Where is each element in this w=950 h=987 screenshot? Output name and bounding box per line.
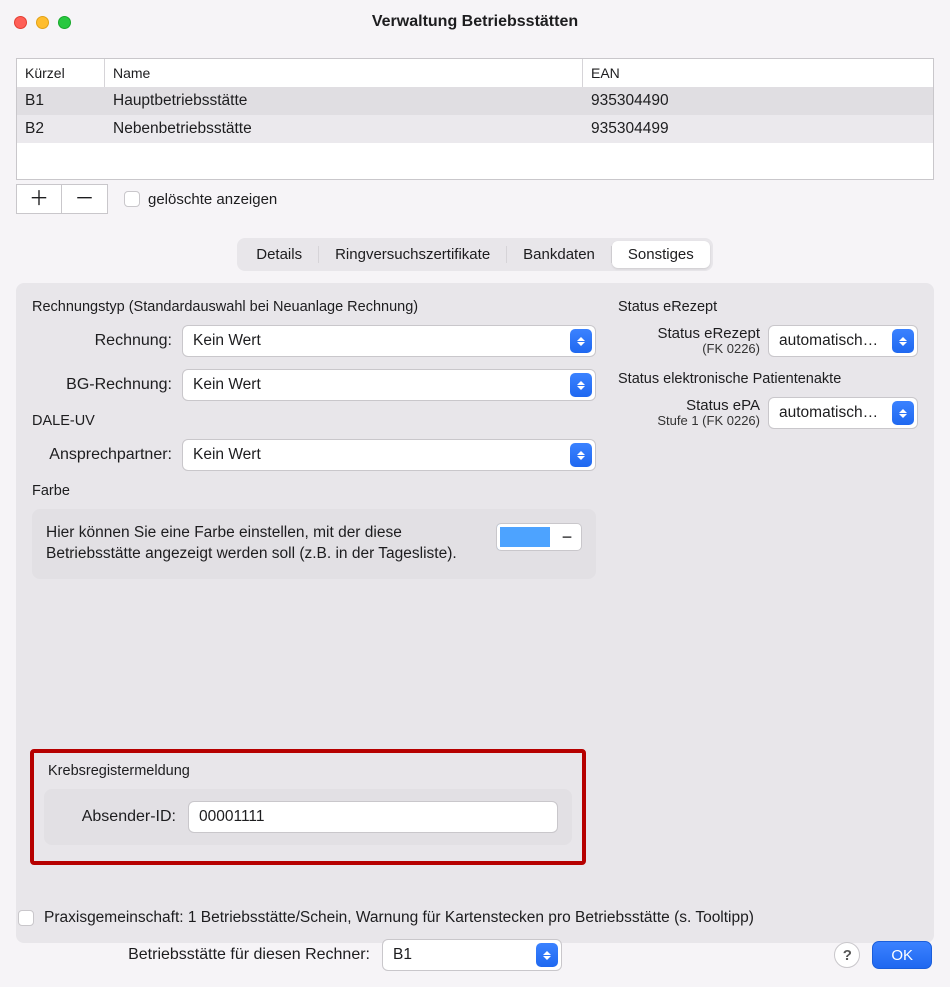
chevron-updown-icon	[536, 943, 558, 967]
tab-sonstiges[interactable]: Sonstiges	[612, 241, 710, 268]
group-erezept: Status eRezept	[618, 299, 918, 315]
col-header-code[interactable]: Kürzel	[17, 59, 105, 87]
chevron-updown-icon	[570, 329, 592, 353]
rechnung-value: Kein Wert	[193, 332, 261, 350]
bg-rechnung-select[interactable]: Kein Wert	[182, 369, 596, 401]
zoom-icon[interactable]	[58, 16, 71, 29]
ok-button[interactable]: OK	[872, 941, 932, 969]
help-button[interactable]: ?	[834, 942, 860, 968]
epa-sub: Stufe 1 (FK 0226)	[618, 414, 760, 429]
table-row[interactable]	[17, 143, 933, 171]
erezept-sub: (FK 0226)	[618, 342, 760, 357]
erezept-select[interactable]: automatisch…	[768, 325, 918, 357]
bg-rechnung-value: Kein Wert	[193, 376, 261, 394]
praxisgemeinschaft-label: Praxisgemeinschaft: 1 Betriebsstätte/Sch…	[44, 909, 754, 927]
erezept-value: automatisch…	[779, 332, 878, 350]
tab-ring[interactable]: Ringversuchszertifikate	[319, 241, 506, 268]
group-farbe: Farbe	[32, 483, 596, 499]
checkbox-icon	[18, 910, 34, 926]
absender-id-input[interactable]: 00001111	[188, 801, 558, 833]
absender-id-label: Absender-ID:	[58, 808, 176, 826]
col-header-name[interactable]: Name	[105, 59, 583, 87]
ansprechpartner-value: Kein Wert	[193, 446, 261, 464]
cell-name: Hauptbetriebsstätte	[105, 92, 583, 110]
group-rechnungstyp: Rechnungstyp (Standardauswahl bei Neuanl…	[32, 299, 596, 315]
epa-value: automatisch…	[779, 404, 878, 422]
color-swatch[interactable]	[497, 524, 553, 550]
chevron-updown-icon	[892, 329, 914, 353]
chevron-updown-icon	[570, 373, 592, 397]
bg-rechnung-label: BG-Rechnung:	[32, 376, 172, 394]
rechnung-label: Rechnung:	[32, 332, 172, 350]
checkbox-icon	[124, 191, 140, 207]
cell-code: B1	[17, 92, 105, 110]
cell-ean: 935304490	[583, 92, 933, 110]
col-header-ean[interactable]: EAN	[583, 59, 933, 87]
rechner-select[interactable]: B1	[382, 939, 562, 971]
cell-ean: 935304499	[583, 120, 933, 138]
titlebar: Verwaltung Betriebsstätten	[0, 0, 950, 44]
epa-select[interactable]: automatisch…	[768, 397, 918, 429]
praxisgemeinschaft-checkbox[interactable]: Praxisgemeinschaft: 1 Betriebsstätte/Sch…	[18, 909, 932, 927]
table-row[interactable]: B1 Hauptbetriebsstätte 935304490	[17, 87, 933, 115]
epa-label: Status ePA	[686, 397, 760, 414]
tab-bar: Details Ringversuchszertifikate Bankdate…	[237, 238, 713, 271]
rechnung-select[interactable]: Kein Wert	[182, 325, 596, 357]
ansprechpartner-label: Ansprechpartner:	[32, 446, 172, 464]
remove-button[interactable]: －	[62, 184, 108, 214]
chevron-updown-icon	[570, 443, 592, 467]
group-dale-uv: DALE-UV	[32, 413, 596, 429]
group-epa: Status elektronische Patientenakte	[618, 371, 918, 387]
tab-details[interactable]: Details	[240, 241, 318, 268]
erezept-label: Status eRezept	[657, 325, 760, 342]
krebsregister-highlight: Krebsregistermeldung Absender-ID: 000011…	[30, 749, 586, 865]
minimize-icon[interactable]	[36, 16, 49, 29]
cell-code: B2	[17, 120, 105, 138]
absender-id-value: 00001111	[199, 808, 265, 826]
add-button[interactable]: ＋	[16, 184, 62, 214]
show-deleted-checkbox[interactable]: gelöschte anzeigen	[124, 191, 277, 208]
color-clear-button[interactable]: −	[553, 524, 581, 550]
table-row[interactable]: B2 Nebenbetriebsstätte 935304499	[17, 115, 933, 143]
tab-pane-sonstiges: Rechnungstyp (Standardauswahl bei Neuanl…	[16, 283, 934, 943]
tab-bankdaten[interactable]: Bankdaten	[507, 241, 611, 268]
rechner-value: B1	[393, 946, 412, 964]
rechner-label: Betriebsstätte für diesen Rechner:	[18, 946, 370, 964]
ansprechpartner-select[interactable]: Kein Wert	[182, 439, 596, 471]
group-krebsregister: Krebsregistermeldung	[48, 763, 572, 779]
show-deleted-label: gelöschte anzeigen	[148, 191, 277, 208]
farbe-help-text: Hier können Sie eine Farbe einstellen, m…	[46, 523, 480, 565]
window-title: Verwaltung Betriebsstätten	[0, 13, 950, 31]
chevron-updown-icon	[892, 401, 914, 425]
cell-name: Nebenbetriebsstätte	[105, 120, 583, 138]
close-icon[interactable]	[14, 16, 27, 29]
sites-table: Kürzel Name EAN B1 Hauptbetriebsstätte 9…	[16, 58, 934, 180]
